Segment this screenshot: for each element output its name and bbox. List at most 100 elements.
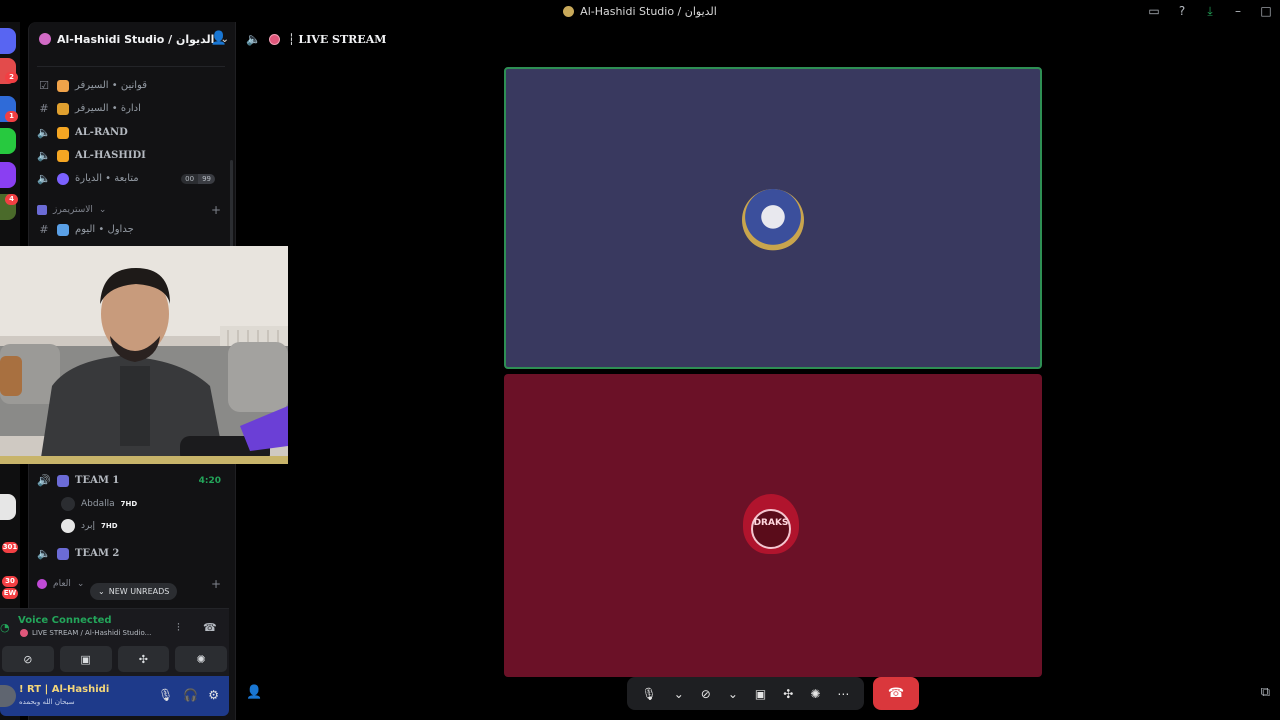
chevron-down-icon[interactable]: ⌄: [674, 687, 684, 701]
create-channel-icon[interactable]: +: [211, 203, 221, 217]
server-icon[interactable]: [0, 494, 16, 520]
microphone-icon[interactable]: 🎙: [642, 687, 657, 701]
gamepad-emoji-icon: [57, 547, 69, 560]
chevron-down-icon: ⌄: [98, 205, 107, 215]
chevron-down-icon: ⌄: [98, 587, 105, 596]
avatar: [61, 497, 75, 511]
channel-name: ادارة • السيرفر: [75, 103, 141, 114]
pop-out-icon[interactable]: ⧉: [1261, 685, 1270, 700]
screen-share-icon[interactable]: ▣: [755, 687, 766, 701]
webcam-feed-image: [0, 246, 288, 464]
voice-status[interactable]: Voice Connected: [18, 615, 112, 626]
disconnect-icon[interactable]: ☎: [203, 621, 217, 634]
speaker-icon: 🔈: [37, 547, 51, 560]
activities-button[interactable]: ✣: [117, 646, 170, 672]
user-name[interactable]: ! RT | Al-Hashidi: [19, 684, 109, 695]
category-emoji-icon: [37, 579, 47, 589]
window-titlebar: Al-Hashidi Studio / الديوان ▭ ? ⤓ – □: [0, 0, 1280, 22]
call-controls: 🎙 ⌄ ⊘ ⌄ ▣ ✣ ✺ ⋯: [627, 677, 864, 710]
server-header[interactable]: Al-Hashidi Studio / الديوان ⌄ 👤: [29, 22, 237, 56]
gear-icon[interactable]: ⚙: [208, 688, 219, 702]
create-channel-icon[interactable]: +: [211, 577, 221, 591]
new-unreads-button[interactable]: ⌄ NEW UNREADS: [90, 583, 178, 600]
soundboard-button[interactable]: ✺: [175, 646, 227, 672]
live-dot-icon: [20, 629, 28, 637]
voice-channel-team-2[interactable]: 🔈 TEAM 2: [37, 543, 227, 564]
minimize-icon[interactable]: –: [1230, 4, 1246, 18]
chevron-down-icon[interactable]: ⌄: [728, 687, 738, 701]
window-title: Al-Hashidi Studio / الديوان: [563, 5, 717, 18]
server-badge: 301: [2, 542, 18, 553]
server-badge: 30: [2, 576, 18, 587]
channel-admin[interactable]: # ادارة • السيرفر: [37, 98, 227, 119]
voice-channel-text: LIVE STREAM / Al-Hashidi Studio...: [32, 629, 152, 637]
channel-name: TEAM 1: [75, 475, 120, 486]
activities-icon[interactable]: ✣: [783, 687, 793, 701]
server-badge: 1: [5, 111, 18, 122]
voice-channel-al-rand[interactable]: 🔈 AL-RAND: [37, 122, 227, 143]
home-server-icon[interactable]: [0, 28, 16, 54]
user-limit-badge: 00 99: [181, 173, 215, 184]
category-streamers[interactable]: الاستريمرز ⌄ +: [37, 201, 227, 219]
activities-icon: ✣: [138, 652, 148, 666]
more-options-icon[interactable]: ⋯: [837, 687, 849, 701]
server-icon[interactable]: [0, 162, 16, 188]
hashtag-icon: #: [39, 223, 49, 236]
inbox-icon[interactable]: ▭: [1146, 4, 1162, 18]
scroll-emoji-icon: [57, 79, 69, 92]
channel-title: ┆ LIVE STREAM: [287, 32, 387, 46]
invite-to-voice-icon[interactable]: 👤: [246, 685, 262, 700]
member-name: إبرد: [81, 521, 95, 531]
microphone-icon[interactable]: 🎙: [158, 688, 173, 702]
noise-suppression-icon[interactable]: ⫶: [177, 621, 180, 635]
new-unreads-label: NEW UNREADS: [108, 587, 170, 596]
help-icon[interactable]: ?: [1174, 4, 1190, 18]
camera-off-button[interactable]: ⊘: [2, 646, 54, 672]
calendar-emoji-icon: [57, 223, 69, 236]
disconnect-button[interactable]: ☎: [873, 677, 919, 710]
voice-connection-panel: ◔ Voice Connected LIVE STREAM / Al-Hashi…: [0, 608, 229, 676]
channel-name: AL-HASHIDI: [75, 150, 146, 161]
globe-emoji-icon: [57, 172, 69, 185]
chevron-down-icon: ⌄: [76, 579, 85, 589]
channel-schedule[interactable]: # جداول • اليوم: [37, 219, 227, 240]
channel-name: متابعة • الديارة: [75, 173, 139, 184]
user-limit: 99: [198, 173, 215, 184]
server-badge: 4: [5, 194, 18, 205]
speaker-icon: 🔈: [246, 32, 261, 46]
window-controls: ▭ ? ⤓ – □: [1146, 0, 1280, 22]
speaker-icon: 🔈: [37, 172, 51, 185]
screen-share-button[interactable]: ▣: [59, 646, 112, 672]
signal-strength-icon[interactable]: ◔: [0, 621, 10, 634]
avatar-face-shape: [751, 509, 791, 549]
server-logo-icon: [563, 5, 575, 17]
voice-channel-al-hashidi[interactable]: 🔈 AL-HASHIDI: [37, 145, 227, 166]
voice-member[interactable]: Abdalla 7HD: [61, 494, 137, 514]
maximize-icon[interactable]: □: [1258, 4, 1274, 18]
member-tag: 7HD: [100, 522, 118, 530]
speaker-icon: 🔈: [37, 126, 51, 139]
download-icon[interactable]: ⤓: [1202, 4, 1218, 19]
voice-channel-link[interactable]: LIVE STREAM / Al-Hashidi Studio...: [20, 629, 151, 637]
server-icon[interactable]: [0, 128, 16, 154]
speaker-active-icon: 🔊: [37, 474, 51, 487]
avatar[interactable]: [0, 685, 16, 707]
participant-avatar: DRAKS: [740, 494, 802, 556]
participant-tile[interactable]: DRAKS: [504, 374, 1042, 677]
participant-tile[interactable]: [504, 67, 1042, 369]
channel-rules[interactable]: ☑ قوانين • السيرفر: [37, 75, 227, 96]
user-panel: ! RT | Al-Hashidi سبحان الله وبحمده 🎙 🎧 …: [0, 676, 229, 716]
server-logo-icon: [39, 33, 51, 45]
invite-people-icon[interactable]: 👤: [211, 31, 227, 46]
user-status: سبحان الله وبحمده: [19, 698, 75, 706]
camera-off-icon[interactable]: ⊘: [701, 687, 711, 701]
avatar: [61, 519, 75, 533]
voice-channel-follow[interactable]: 🔈 متابعة • الديارة 00 99: [37, 168, 227, 189]
channel-name: TEAM 2: [75, 548, 120, 559]
channel-name: AL-RAND: [75, 127, 128, 138]
headphones-icon[interactable]: 🎧: [183, 688, 198, 702]
lock-emoji-icon: [57, 149, 69, 162]
voice-member[interactable]: إبرد 7HD: [61, 516, 118, 536]
avatar-logo-text: DRAKS: [753, 518, 789, 528]
soundboard-icon[interactable]: ✺: [810, 687, 820, 701]
